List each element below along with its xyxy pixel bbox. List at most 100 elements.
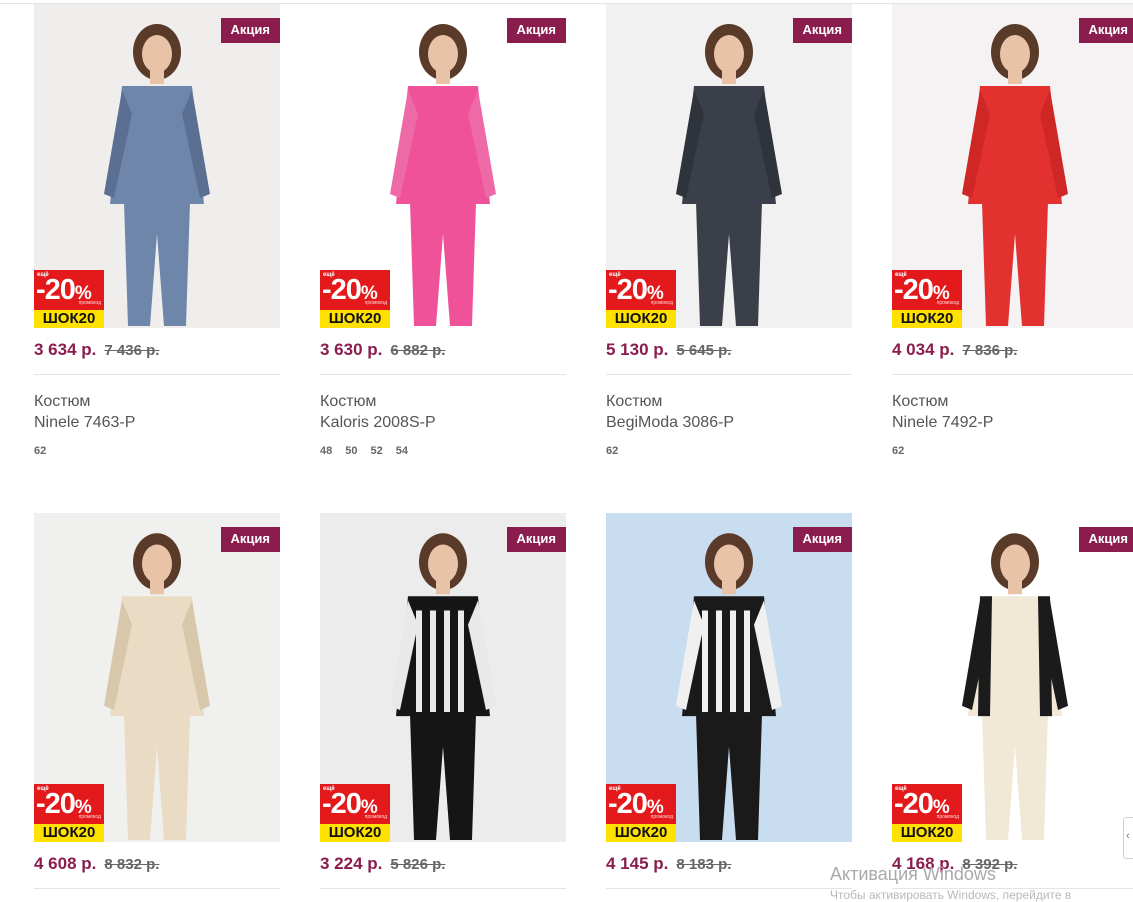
product-card[interactable]: Акция ещё -20% промокод ШОК20 4 608 р. 8 832 р… bbox=[34, 513, 281, 889]
price-divider bbox=[606, 888, 852, 889]
discount-note: промокод bbox=[364, 814, 387, 820]
product-card[interactable]: Акция ещё -20% промокод ШОК20 3 630 р. 6 882 р… bbox=[320, 4, 567, 457]
product-image[interactable]: Акция ещё -20% промокод ШОК20 bbox=[34, 4, 280, 328]
size-option[interactable]: 54 bbox=[396, 445, 408, 457]
current-price: 3 634 р. bbox=[34, 340, 97, 359]
old-price: 5 826 р. bbox=[390, 856, 446, 873]
product-card[interactable]: Акция ещё -20% промокод ШОК20 4 145 р. 8 183 р… bbox=[606, 513, 853, 889]
product-image[interactable]: Акция ещё -20% промокод ШОК20 bbox=[606, 4, 852, 328]
price-divider bbox=[320, 374, 566, 375]
promo-code: ШОК20 bbox=[320, 310, 390, 328]
product-card[interactable]: Акция ещё -20% промокод ШОК20 3 634 р. 7 436 р… bbox=[34, 4, 281, 457]
current-price: 4 145 р. bbox=[606, 854, 669, 873]
size-option[interactable]: 48 bbox=[320, 445, 332, 457]
size-option[interactable]: 62 bbox=[34, 445, 46, 457]
discount-percent-value: -20 bbox=[608, 788, 648, 820]
current-price: 5 130 р. bbox=[606, 340, 669, 359]
price-row: 3 634 р. 7 436 р. bbox=[34, 340, 281, 370]
discount-sticker: ещё -20% промокод ШОК20 bbox=[34, 270, 104, 328]
product-card[interactable]: Акция ещё -20% промокод ШОК20 4 168 р. 8 392 р… bbox=[892, 513, 1133, 889]
promo-badge: Акция bbox=[220, 527, 280, 552]
promo-code: ШОК20 bbox=[34, 310, 104, 328]
discount-sticker: ещё -20% промокод ШОК20 bbox=[892, 270, 962, 328]
product-image[interactable]: Акция ещё -20% промокод ШОК20 bbox=[892, 513, 1133, 842]
discount-percent-value: -20 bbox=[894, 274, 934, 306]
product-name[interactable]: Костюм BegiModa 3086-Р bbox=[606, 391, 853, 433]
promo-badge: Акция bbox=[792, 18, 852, 43]
discount-note: промокод bbox=[78, 814, 101, 820]
product-image[interactable]: Акция ещё -20% промокод ШОК20 bbox=[320, 4, 566, 328]
discount-note: промокод bbox=[650, 814, 673, 820]
size-option[interactable]: 62 bbox=[606, 445, 618, 457]
price-divider bbox=[892, 374, 1133, 375]
product-model: Kaloris 2008S-P bbox=[320, 414, 436, 431]
price-row: 3 630 р. 6 882 р. bbox=[320, 340, 567, 370]
old-price: 7 436 р. bbox=[104, 342, 160, 359]
product-image[interactable]: Акция ещё -20% промокод ШОК20 bbox=[320, 513, 566, 842]
old-price: 6 882 р. bbox=[390, 342, 446, 359]
discount-sticker: ещё -20% промокод ШОК20 bbox=[34, 784, 104, 842]
product-card[interactable]: Акция ещё -20% промокод ШОК20 5 130 р. 5 645 р… bbox=[606, 4, 853, 457]
promo-badge: Акция bbox=[792, 527, 852, 552]
discount-percent-value: -20 bbox=[36, 788, 76, 820]
product-model: BegiModa 3086-Р bbox=[606, 414, 735, 431]
discount-note: промокод bbox=[650, 300, 673, 306]
size-option[interactable]: 50 bbox=[345, 445, 357, 457]
discount-percent-value: -20 bbox=[36, 274, 76, 306]
promo-badge: Акция bbox=[220, 18, 280, 43]
size-list: 62 bbox=[892, 445, 1133, 457]
discount-sticker-red: ещё -20% промокод bbox=[34, 270, 104, 310]
product-card[interactable]: Акция ещё -20% промокод ШОК20 4 034 р. 7 836 р… bbox=[892, 4, 1133, 457]
scroll-right-button[interactable]: ‹ bbox=[1123, 817, 1133, 859]
discount-percent-value: -20 bbox=[322, 788, 362, 820]
discount-sticker-red: ещё -20% промокод bbox=[606, 270, 676, 310]
discount-percent-value: -20 bbox=[894, 788, 934, 820]
promo-badge: Акция bbox=[1078, 527, 1133, 552]
product-category: Костюм bbox=[606, 393, 663, 410]
discount-sticker: ещё -20% промокод ШОК20 bbox=[892, 784, 962, 842]
product-category: Костюм bbox=[892, 393, 949, 410]
product-name[interactable]: Костюм Ninele 7463-Р bbox=[34, 391, 281, 433]
old-price: 5 645 р. bbox=[676, 342, 732, 359]
promo-badge: Акция bbox=[506, 527, 566, 552]
size-option[interactable]: 52 bbox=[371, 445, 383, 457]
discount-sticker-red: ещё -20% промокод bbox=[320, 784, 390, 824]
discount-percent-value: -20 bbox=[608, 274, 648, 306]
price-divider bbox=[34, 888, 280, 889]
discount-sticker-red: ещё -20% промокод bbox=[34, 784, 104, 824]
product-model: Ninele 7492-Р bbox=[892, 414, 994, 431]
discount-sticker: ещё -20% промокод ШОК20 bbox=[320, 270, 390, 328]
discount-note: промокод bbox=[936, 814, 959, 820]
old-price: 8 183 р. bbox=[676, 856, 732, 873]
old-price: 8 832 р. bbox=[104, 856, 160, 873]
product-model: Ninele 7463-Р bbox=[34, 414, 136, 431]
discount-sticker: ещё -20% промокод ШОК20 bbox=[606, 270, 676, 328]
discount-sticker: ещё -20% промокод ШОК20 bbox=[606, 784, 676, 842]
product-name[interactable]: Костюм Ninele 7492-Р bbox=[892, 391, 1133, 433]
product-name[interactable]: Костюм Kaloris 2008S-P bbox=[320, 391, 567, 433]
product-image[interactable]: Акция ещё -20% промокод ШОК20 bbox=[606, 513, 852, 842]
size-option[interactable]: 62 bbox=[892, 445, 904, 457]
size-list: 62 bbox=[606, 445, 853, 457]
size-list: 62 bbox=[34, 445, 281, 457]
discount-sticker-red: ещё -20% промокод bbox=[892, 270, 962, 310]
promo-code: ШОК20 bbox=[320, 824, 390, 842]
product-card[interactable]: Акция ещё -20% промокод ШОК20 3 224 р. 5 826 р… bbox=[320, 513, 567, 889]
discount-sticker-red: ещё -20% промокод bbox=[320, 270, 390, 310]
promo-code: ШОК20 bbox=[606, 824, 676, 842]
chevron-left-icon: ‹ bbox=[1126, 830, 1130, 842]
price-row: 5 130 р. 5 645 р. bbox=[606, 340, 853, 370]
promo-code: ШОК20 bbox=[606, 310, 676, 328]
discount-note: промокод bbox=[936, 300, 959, 306]
product-image[interactable]: Акция ещё -20% промокод ШОК20 bbox=[34, 513, 280, 842]
promo-badge: Акция bbox=[506, 18, 566, 43]
windows-activation-subtext: Чтобы активировать Windows, перейдите в bbox=[830, 888, 1072, 902]
current-price: 3 224 р. bbox=[320, 854, 383, 873]
discount-sticker: ещё -20% промокод ШОК20 bbox=[320, 784, 390, 842]
discount-sticker-red: ещё -20% промокод bbox=[892, 784, 962, 824]
price-divider bbox=[320, 888, 566, 889]
discount-percent-value: -20 bbox=[322, 274, 362, 306]
price-divider bbox=[606, 374, 852, 375]
product-category: Костюм bbox=[34, 393, 91, 410]
product-image[interactable]: Акция ещё -20% промокод ШОК20 bbox=[892, 4, 1133, 328]
